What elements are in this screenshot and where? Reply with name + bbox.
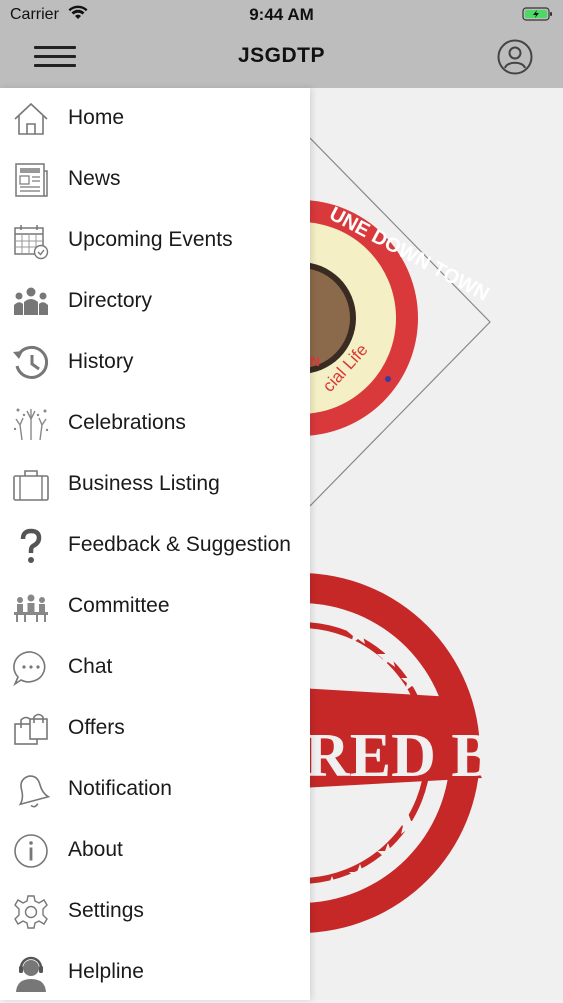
menu-item-history[interactable]: History xyxy=(0,332,310,393)
people-icon xyxy=(14,287,48,315)
page-title: JSGDTP xyxy=(237,44,326,67)
logo-artwork: UNE DOWN TOWN cial Life N RED BY xyxy=(310,137,538,933)
menu-item-feedback[interactable]: Feedback & Suggestion xyxy=(0,515,310,576)
menu-item-notification[interactable]: Notification xyxy=(0,759,310,820)
history-icon xyxy=(13,345,49,379)
user-circle-icon[interactable] xyxy=(497,39,533,75)
menu-item-label: Directory xyxy=(68,289,153,312)
side-drawer: Home News Upcoming Events Directory Hist… xyxy=(0,88,310,1000)
menu-item-label: Celebrations xyxy=(68,411,186,434)
menu-item-upcoming-events[interactable]: Upcoming Events xyxy=(0,210,310,271)
question-icon xyxy=(20,528,42,563)
headset-icon xyxy=(16,956,46,992)
bell-icon xyxy=(18,775,50,808)
stamp-text: RED BY xyxy=(310,722,538,790)
menu-item-directory[interactable]: Directory xyxy=(0,271,310,332)
fireworks-icon xyxy=(13,408,49,441)
menu-item-label: Settings xyxy=(68,899,144,922)
menu-item-label: Feedback & Suggestion xyxy=(68,533,291,556)
menu-item-business-listing[interactable]: Business Listing xyxy=(0,454,310,515)
menu-item-label: History xyxy=(68,350,134,373)
menu-item-offers[interactable]: Offers xyxy=(0,698,310,759)
menu-item-committee[interactable]: Committee xyxy=(0,576,310,637)
menu-item-settings[interactable]: Settings xyxy=(0,881,310,942)
menu-item-label: About xyxy=(68,838,123,861)
newspaper-icon xyxy=(15,163,48,197)
calendar-icon xyxy=(14,225,49,260)
battery-icon xyxy=(522,7,552,21)
menu-item-label: Home xyxy=(68,106,125,129)
menu-item-label: Offers xyxy=(68,716,125,739)
briefcase-icon xyxy=(13,470,49,501)
home-content-background: UNE DOWN TOWN cial Life N RED BY xyxy=(310,88,563,1000)
status-time: 9:44 AM xyxy=(249,5,314,24)
menu-item-label: Notification xyxy=(68,777,172,800)
info-icon xyxy=(14,834,48,868)
chat-bubble-icon xyxy=(13,651,46,687)
logo-letter: N xyxy=(310,353,320,369)
gear-icon xyxy=(14,895,48,929)
menu-item-about[interactable]: About xyxy=(0,820,310,881)
menu-item-label: Committee xyxy=(68,594,170,617)
home-icon xyxy=(14,102,48,135)
menu-item-label: Chat xyxy=(68,655,113,678)
committee-icon xyxy=(14,594,48,622)
menu-item-label: Business Listing xyxy=(68,472,220,495)
menu-item-label: Helpline xyxy=(68,960,144,983)
menu-item-label: News xyxy=(68,167,121,190)
status-bar: Carrier 9:44 AM xyxy=(0,0,563,30)
menu-item-helpline[interactable]: Helpline xyxy=(0,942,310,1003)
menu-item-label: Upcoming Events xyxy=(68,228,233,251)
menu-item-news[interactable]: News xyxy=(0,149,310,210)
menu-item-chat[interactable]: Chat xyxy=(0,637,310,698)
shopping-bag-icon xyxy=(14,713,48,745)
menu-item-home[interactable]: Home xyxy=(0,88,310,149)
menu-item-celebrations[interactable]: Celebrations xyxy=(0,393,310,454)
